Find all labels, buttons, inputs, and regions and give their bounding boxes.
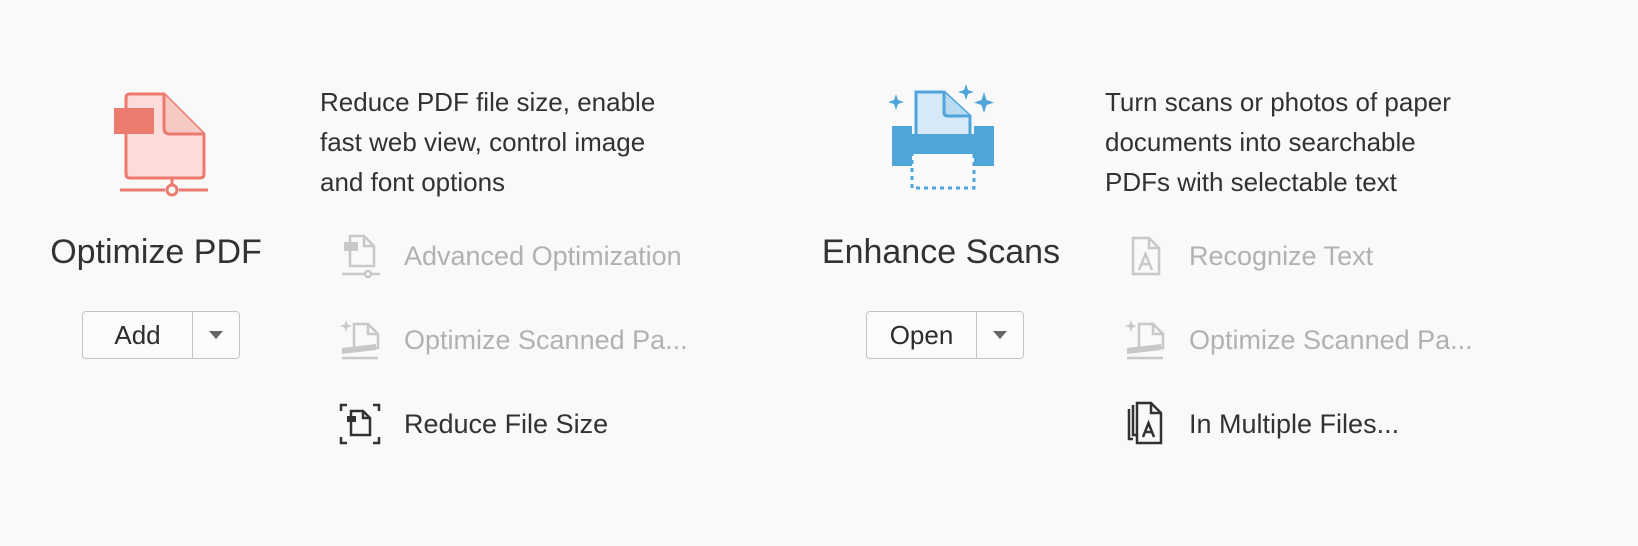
add-split-button[interactable]: Add (82, 311, 240, 359)
open-split-button[interactable]: Open (866, 311, 1024, 359)
recognize-text-icon (1121, 232, 1169, 280)
action-in-multiple-files[interactable]: In Multiple Files... (1121, 400, 1399, 448)
action-label: Advanced Optimization (404, 240, 682, 271)
action-label: Recognize Text (1189, 240, 1374, 271)
action-label: Optimize Scanned Pa... (1189, 324, 1473, 355)
open-button[interactable]: Open (867, 312, 977, 358)
tool-title: Enhance Scans (821, 233, 1061, 271)
optimize-scanned-icon (1121, 316, 1169, 364)
optimize-pdf-icon (108, 88, 208, 198)
action-label: In Multiple Files... (1189, 408, 1400, 439)
multiple-files-icon (1121, 400, 1169, 448)
description-line: Turn scans or photos of paper (1105, 87, 1451, 117)
reduce-file-size-icon (336, 400, 384, 448)
add-button[interactable]: Add (83, 312, 193, 358)
action-optimize-scanned[interactable]: Optimize Scanned Pa... (336, 316, 688, 364)
enhance-scans-icon (886, 82, 998, 194)
action-label: Optimize Scanned Pa... (404, 324, 688, 355)
advanced-optimization-icon (336, 232, 384, 280)
description-line: documents into searchable (1105, 127, 1416, 157)
action-optimize-scanned[interactable]: Optimize Scanned Pa... (1121, 316, 1473, 364)
description-line: PDFs with selectable text (1105, 167, 1397, 197)
tool-title: Optimize PDF (50, 233, 262, 271)
description-line: fast web view, control image (320, 127, 646, 157)
tool-description: Turn scans or photos of paper documents … (1105, 82, 1505, 202)
tool-description: Reduce PDF file size, enable fast web vi… (320, 82, 720, 202)
chevron-down-icon (993, 331, 1007, 339)
open-dropdown-button[interactable] (977, 312, 1023, 358)
description-line: Reduce PDF file size, enable (320, 87, 656, 117)
chevron-down-icon (209, 331, 223, 339)
description-line: and font options (320, 167, 506, 197)
tools-panel: Optimize PDF Add Reduce PDF file size, e… (0, 0, 1638, 546)
action-reduce-file-size[interactable]: Reduce File Size (336, 400, 608, 448)
add-dropdown-button[interactable] (193, 312, 239, 358)
action-recognize-text[interactable]: Recognize Text (1121, 232, 1373, 280)
action-label: Reduce File Size (404, 408, 609, 439)
action-advanced-optimization[interactable]: Advanced Optimization (336, 232, 682, 280)
optimize-scanned-icon (336, 316, 384, 364)
